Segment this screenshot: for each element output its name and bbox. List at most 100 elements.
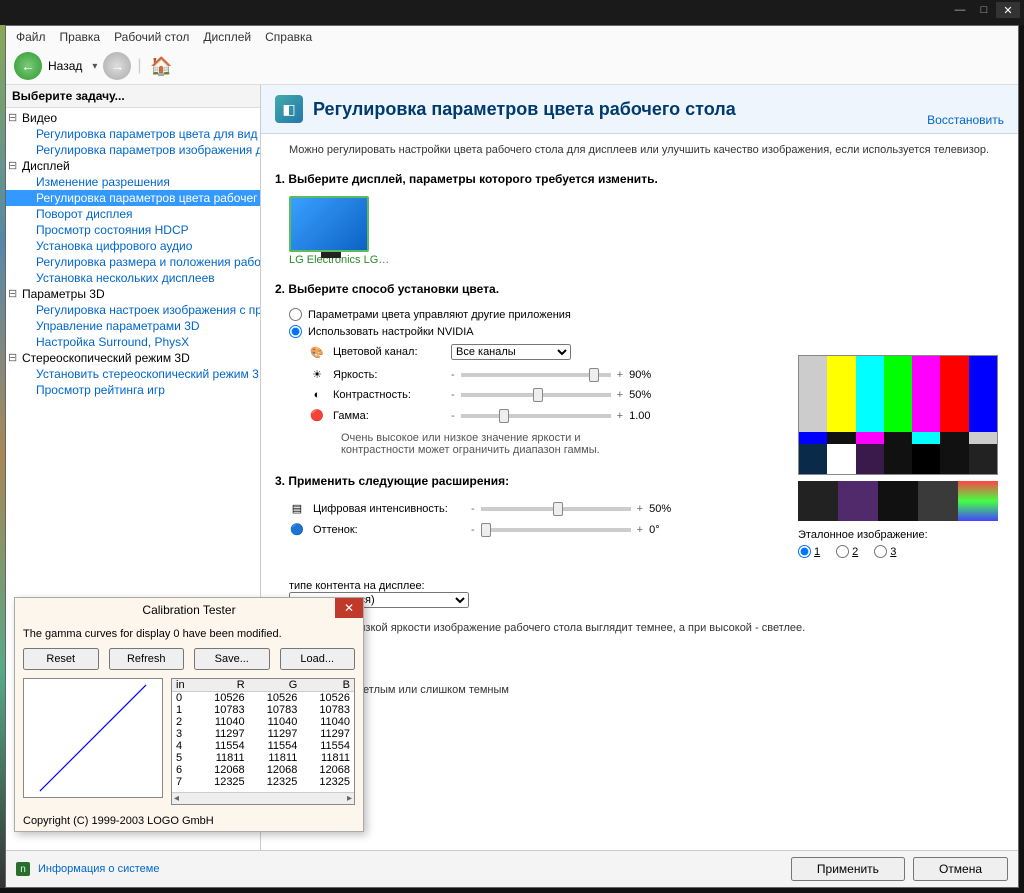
dv-label: Цифровая интенсивность: [313, 503, 463, 515]
calib-close-button[interactable]: ✕ [335, 598, 363, 618]
tree-item[interactable]: Регулировка настроек изображения с пр [6, 302, 260, 318]
menu-display[interactable]: Дисплей [203, 30, 251, 44]
tree-item[interactable]: Изменение разрешения [6, 174, 260, 190]
table-row: 6120681206812068 [172, 764, 354, 776]
section-1-title: 1. Выберите дисплей, параметры которого … [261, 166, 1018, 192]
display-thumbnail[interactable]: LG Electronics LG… [289, 196, 389, 266]
tree-item[interactable]: Установка нескольких дисплеев [6, 270, 260, 286]
brightness-label: Яркость: [333, 369, 443, 381]
table-row: 1107831078310783 [172, 704, 354, 716]
tree-item[interactable]: Регулировка параметров цвета для вид [6, 126, 260, 142]
cancel-button[interactable]: Отмена [913, 857, 1008, 881]
tree-item[interactable]: Регулировка размера и положения рабо [6, 254, 260, 270]
gamma-label: Гамма: [333, 410, 443, 422]
footnote-1: экрана. При низкой яркости изображение р… [261, 618, 1018, 638]
colorbars-image [798, 355, 998, 475]
footnote-2: жения. [261, 638, 1018, 680]
table-row: 4115541155411554 [172, 740, 354, 752]
sidebar-title: Выберите задачу... [6, 85, 260, 108]
tree-item[interactable]: Управление параметрами 3D [6, 318, 260, 334]
dv-slider[interactable] [481, 507, 631, 511]
minimize-button[interactable]: — [948, 2, 972, 18]
brightness-value: 90% [629, 369, 665, 381]
tree-item[interactable]: Установить стереоскопический режим 3 [6, 366, 260, 382]
back-label: Назад [48, 59, 82, 73]
gamma-icon: 🔴 [309, 409, 325, 422]
restore-link[interactable]: Восстановить [927, 113, 1004, 127]
table-row: 3112971129711297 [172, 728, 354, 740]
channel-icon: 🎨 [309, 346, 325, 359]
calib-table: inRGB 0105261052610526110783107831078321… [171, 678, 355, 805]
content-pane: ◧ Регулировка параметров цвета рабочего … [261, 85, 1018, 850]
channel-label: Цветовой канал: [333, 346, 443, 358]
close-button[interactable]: ✕ [996, 2, 1020, 18]
tree-group[interactable]: Параметры 3D [6, 286, 260, 302]
reference-preview: Эталонное изображение: 1 2 3 [798, 355, 998, 558]
calib-title-text: Calibration Tester [142, 603, 235, 617]
gamma-warning: Очень высокое или низкое значение яркост… [309, 426, 639, 458]
tree-group[interactable]: Видео [6, 110, 260, 126]
radio-nvidia[interactable] [289, 325, 302, 338]
footer: n Информация о системе Применить Отмена [6, 850, 1018, 887]
calib-status: The gamma curves for display 0 have been… [23, 628, 355, 640]
menu-edit[interactable]: Правка [60, 30, 101, 44]
tree-item[interactable]: Регулировка параметров изображения д [6, 142, 260, 158]
contrast-slider[interactable] [461, 393, 611, 397]
menubar: Файл Правка Рабочий стол Дисплей Справка [6, 26, 1018, 48]
brightness-slider[interactable] [461, 373, 611, 377]
dv-icon: ▤ [289, 502, 305, 515]
content-type-label: типе контента на дисплее: [289, 580, 425, 592]
tree-item[interactable]: Просмотр рейтинга игр [6, 382, 260, 398]
tree-item[interactable]: Регулировка параметров цвета рабочег [6, 190, 260, 206]
table-row: 5118111181111811 [172, 752, 354, 764]
monitor-icon [289, 196, 369, 252]
contrast-icon: ◐ [309, 389, 325, 401]
maximize-button[interactable]: □ [972, 2, 996, 18]
calib-reset-button[interactable]: Reset [23, 648, 99, 670]
contrast-value: 50% [629, 389, 665, 401]
hue-icon: 🔵 [289, 523, 305, 536]
gamma-value: 1.00 [629, 410, 665, 422]
ref-opt-1[interactable]: 1 [798, 545, 820, 558]
menu-file[interactable]: Файл [16, 30, 46, 44]
channel-select[interactable]: Все каналы [451, 344, 571, 360]
hue-slider[interactable] [481, 528, 631, 532]
menu-desktop[interactable]: Рабочий стол [114, 30, 189, 44]
radio-other-label: Параметрами цвета управляют другие прило… [308, 309, 571, 321]
calib-save-button[interactable]: Save... [194, 648, 270, 670]
page-title: Регулировка параметров цвета рабочего ст… [313, 99, 736, 120]
footnote-3: ит слишком светлым или слишком темным [261, 680, 1018, 700]
contrast-label: Контрастность: [333, 389, 443, 401]
radio-other-apps[interactable] [289, 308, 302, 321]
system-info-link[interactable]: Информация о системе [38, 863, 159, 875]
forward-button[interactable]: → [103, 52, 131, 80]
table-row: 2110401104011040 [172, 716, 354, 728]
menu-help[interactable]: Справка [265, 30, 312, 44]
hue-value: 0° [649, 524, 685, 536]
back-dropdown[interactable]: ▾ [92, 61, 97, 72]
toolbar: ← Назад ▾ → | 🏠 [6, 48, 1018, 85]
brightness-icon: ☀ [309, 368, 325, 381]
gamma-slider[interactable] [461, 414, 611, 418]
ref-opt-3[interactable]: 3 [874, 545, 896, 558]
calib-load-button[interactable]: Load... [280, 648, 356, 670]
nvidia-icon: n [16, 862, 30, 876]
tree-group[interactable]: Стереоскопический режим 3D [6, 350, 260, 366]
ref-opt-2[interactable]: 2 [836, 545, 858, 558]
calib-refresh-button[interactable]: Refresh [109, 648, 185, 670]
table-row: 7123251232512325 [172, 776, 354, 788]
calib-graph [23, 678, 163, 798]
tree-item[interactable]: Установка цифрового аудио [6, 238, 260, 254]
tree-group[interactable]: Дисплей [6, 158, 260, 174]
calib-scrollbar[interactable]: ◂▸ [172, 792, 354, 804]
calibration-tester-window: Calibration Tester ✕ The gamma curves fo… [14, 597, 364, 832]
calib-titlebar[interactable]: Calibration Tester ✕ [15, 598, 363, 622]
home-button[interactable]: 🏠 [148, 52, 176, 80]
tree-item[interactable]: Настройка Surround, PhysX [6, 334, 260, 350]
page-icon: ◧ [275, 95, 303, 123]
back-button[interactable]: ← [14, 52, 42, 80]
tree-item[interactable]: Поворот дисплея [6, 206, 260, 222]
calib-copyright: Copyright (C) 1999-2003 LOGO GmbH [15, 811, 363, 831]
apply-button[interactable]: Применить [791, 857, 905, 881]
tree-item[interactable]: Просмотр состояния HDCP [6, 222, 260, 238]
